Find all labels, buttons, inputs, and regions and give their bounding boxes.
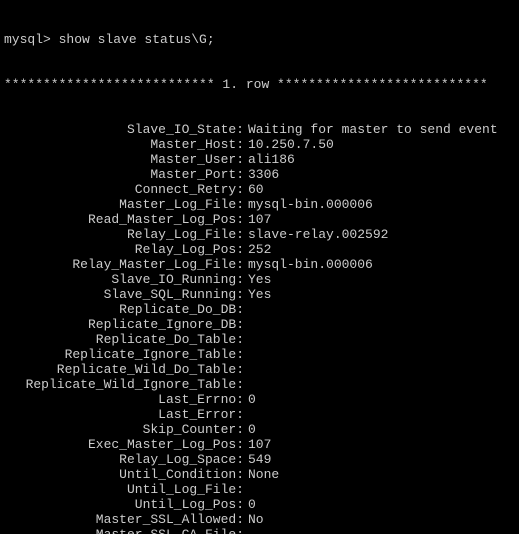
status-row: Relay_Log_File:slave-relay.002592 <box>4 227 515 242</box>
status-row: Master_Host:10.250.7.50 <box>4 137 515 152</box>
field-label: Last_Error: <box>4 407 244 422</box>
field-value: Yes <box>244 287 271 302</box>
status-row: Master_SSL_CA_File: <box>4 527 515 534</box>
field-label: Until_Condition: <box>4 467 244 482</box>
status-row: Replicate_Wild_Ignore_Table: <box>4 377 515 392</box>
command-text: show slave status\G; <box>59 32 215 47</box>
status-row: Replicate_Wild_Do_Table: <box>4 362 515 377</box>
status-row: Until_Log_File: <box>4 482 515 497</box>
status-fields: Slave_IO_State:Waiting for master to sen… <box>4 122 515 534</box>
field-value <box>244 362 248 377</box>
status-row: Until_Log_Pos:0 <box>4 497 515 512</box>
status-row: Master_User:ali186 <box>4 152 515 167</box>
field-value: 60 <box>244 182 264 197</box>
field-value <box>244 332 248 347</box>
field-label: Slave_SQL_Running: <box>4 287 244 302</box>
field-value: 0 <box>244 497 256 512</box>
field-value: Yes <box>244 272 271 287</box>
field-label: Until_Log_File: <box>4 482 244 497</box>
field-label: Read_Master_Log_Pos: <box>4 212 244 227</box>
field-value: mysql-bin.000006 <box>244 197 373 212</box>
field-label: Master_Host: <box>4 137 244 152</box>
field-value <box>244 377 248 392</box>
field-value: 10.250.7.50 <box>244 137 334 152</box>
status-row: Master_Log_File:mysql-bin.000006 <box>4 197 515 212</box>
field-value: ali186 <box>244 152 295 167</box>
field-label: Master_SSL_CA_File: <box>4 527 244 534</box>
status-row: Master_SSL_Allowed:No <box>4 512 515 527</box>
field-label: Master_Log_File: <box>4 197 244 212</box>
field-value: 252 <box>244 242 271 257</box>
command-line[interactable]: mysql> show slave status\G; <box>4 32 515 47</box>
field-value: mysql-bin.000006 <box>244 257 373 272</box>
status-row: Until_Condition:None <box>4 467 515 482</box>
field-value <box>244 407 248 422</box>
field-value <box>244 482 248 497</box>
field-label: Slave_IO_Running: <box>4 272 244 287</box>
field-value <box>244 347 248 362</box>
field-value <box>244 527 248 534</box>
field-value: 107 <box>244 437 271 452</box>
field-label: Exec_Master_Log_Pos: <box>4 437 244 452</box>
field-value: 0 <box>244 422 256 437</box>
field-label: Relay_Log_Space: <box>4 452 244 467</box>
field-label: Replicate_Ignore_Table: <box>4 347 244 362</box>
field-value: No <box>244 512 264 527</box>
row-marker-left: *************************** 1. row <box>4 77 277 92</box>
field-value: 107 <box>244 212 271 227</box>
field-value: None <box>244 467 279 482</box>
field-label: Relay_Log_File: <box>4 227 244 242</box>
field-label: Until_Log_Pos: <box>4 497 244 512</box>
prompt: mysql> <box>4 32 59 47</box>
field-value: Waiting for master to send event <box>244 122 498 137</box>
field-label: Connect_Retry: <box>4 182 244 197</box>
field-value: slave-relay.002592 <box>244 227 388 242</box>
status-row: Relay_Log_Pos:252 <box>4 242 515 257</box>
status-row: Skip_Counter:0 <box>4 422 515 437</box>
field-value: 549 <box>244 452 271 467</box>
field-value <box>244 302 248 317</box>
status-row: Slave_IO_Running:Yes <box>4 272 515 287</box>
field-label: Master_Port: <box>4 167 244 182</box>
status-row: Master_Port:3306 <box>4 167 515 182</box>
row-marker-right: *************************** <box>277 77 488 92</box>
status-row: Slave_SQL_Running:Yes <box>4 287 515 302</box>
field-label: Replicate_Do_Table: <box>4 332 244 347</box>
field-label: Slave_IO_State: <box>4 122 244 137</box>
field-label: Master_User: <box>4 152 244 167</box>
status-row: Relay_Log_Space:549 <box>4 452 515 467</box>
status-row: Read_Master_Log_Pos:107 <box>4 212 515 227</box>
status-row: Slave_IO_State:Waiting for master to sen… <box>4 122 515 137</box>
field-label: Master_SSL_Allowed: <box>4 512 244 527</box>
status-row: Replicate_Do_Table: <box>4 332 515 347</box>
field-value: 0 <box>244 392 256 407</box>
field-label: Replicate_Wild_Do_Table: <box>4 362 244 377</box>
field-label: Replicate_Do_DB: <box>4 302 244 317</box>
field-label: Skip_Counter: <box>4 422 244 437</box>
status-row: Replicate_Ignore_Table: <box>4 347 515 362</box>
terminal-output: mysql> show slave status\G; ************… <box>0 0 519 534</box>
row-marker: *************************** 1. row *****… <box>4 77 515 92</box>
status-row: Last_Error: <box>4 407 515 422</box>
field-label: Relay_Master_Log_File: <box>4 257 244 272</box>
status-row: Replicate_Do_DB: <box>4 302 515 317</box>
status-row: Relay_Master_Log_File:mysql-bin.000006 <box>4 257 515 272</box>
field-value <box>244 317 248 332</box>
field-label: Replicate_Ignore_DB: <box>4 317 244 332</box>
field-label: Last_Errno: <box>4 392 244 407</box>
field-value: 3306 <box>244 167 279 182</box>
status-row: Last_Errno:0 <box>4 392 515 407</box>
field-label: Replicate_Wild_Ignore_Table: <box>4 377 244 392</box>
status-row: Exec_Master_Log_Pos:107 <box>4 437 515 452</box>
status-row: Connect_Retry:60 <box>4 182 515 197</box>
status-row: Replicate_Ignore_DB: <box>4 317 515 332</box>
field-label: Relay_Log_Pos: <box>4 242 244 257</box>
